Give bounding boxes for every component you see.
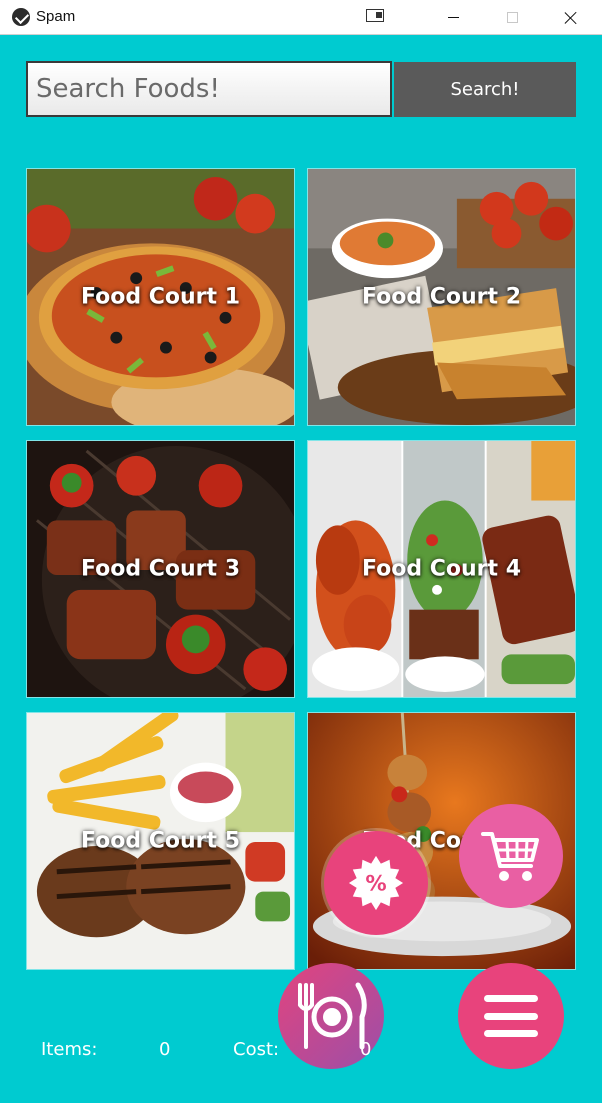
discount-icon: % (348, 855, 404, 911)
search-button[interactable]: Search! (394, 62, 576, 117)
food-court-tile-1[interactable]: Food Court 1 (26, 168, 295, 426)
food-court-tile-2[interactable]: Food Court 2 (307, 168, 576, 426)
cost-value: 0 (360, 1039, 372, 1060)
minimize-button[interactable] (430, 0, 476, 35)
food-court-label: Food Court 5 (80, 828, 241, 854)
food-court-label: Food Court 4 (361, 556, 522, 582)
minimize-icon (447, 17, 459, 18)
food-court-label: Food Court 1 (80, 284, 241, 310)
food-court-tile-4[interactable]: Food Court 4 (307, 440, 576, 698)
snap-layout-icon[interactable] (366, 9, 384, 22)
cost-label: Cost: (233, 1039, 280, 1060)
app-icon (12, 8, 30, 26)
svg-text:%: % (365, 872, 386, 897)
food-court-label: Food Court 3 (80, 556, 241, 582)
search-input[interactable] (26, 61, 392, 117)
items-count: 0 (159, 1039, 171, 1060)
discount-button[interactable]: % (324, 831, 428, 935)
food-court-tile-3[interactable]: Food Court 3 (26, 440, 295, 698)
window-title: Spam (36, 8, 76, 25)
dining-icon (298, 982, 367, 1050)
food-court-label: Food Court 2 (361, 284, 522, 310)
cart-icon (481, 832, 539, 881)
maximize-button[interactable] (489, 0, 535, 35)
cart-button[interactable] (459, 804, 563, 908)
close-icon (564, 11, 578, 25)
items-label: Items: (41, 1039, 98, 1060)
menu-icon (484, 995, 538, 1037)
close-button[interactable] (548, 0, 594, 35)
title-bar: Spam (0, 0, 602, 35)
maximize-icon (506, 12, 518, 23)
food-court-tile-5[interactable]: Food Court 5 (26, 712, 295, 970)
menu-button[interactable] (458, 963, 564, 1069)
